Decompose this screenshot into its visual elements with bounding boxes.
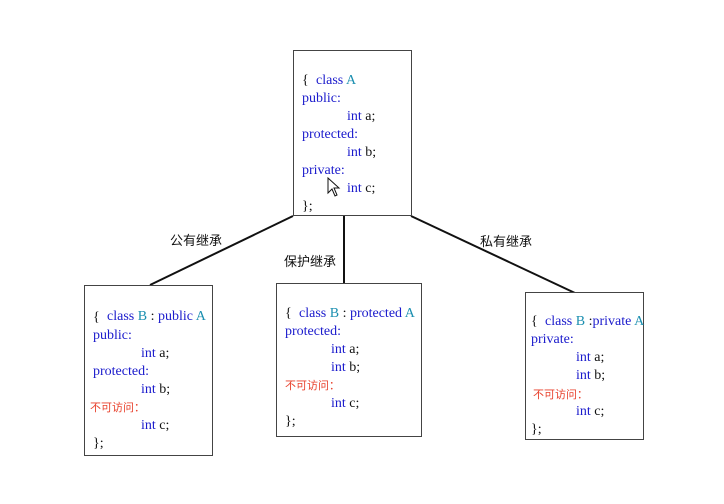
class-a-header: class A <box>302 54 356 88</box>
edge-private-line <box>410 215 576 294</box>
member-a-text: a; <box>345 342 360 357</box>
class-keyword: class <box>316 73 344 88</box>
colon-separator: : <box>339 306 350 321</box>
close-brace: }; <box>285 414 296 429</box>
member-c-text: c; <box>590 404 605 419</box>
class-keyword: class <box>107 309 135 324</box>
member-b-text: b; <box>361 145 377 160</box>
member-b: int b; <box>331 359 360 377</box>
inheritance-mode: public <box>157 309 193 324</box>
member-b: int b; <box>347 144 376 162</box>
member-a: int a; <box>141 345 169 363</box>
int-keyword: int <box>331 342 346 357</box>
open-brace: { <box>93 310 100 325</box>
edge-label-public: 公有继承 <box>170 234 223 249</box>
class-b-public-header: class B : public A <box>93 290 206 324</box>
close-brace: }; <box>302 199 313 214</box>
class-name-b: B <box>137 309 148 324</box>
member-b: int b; <box>141 381 170 399</box>
int-keyword: int <box>347 109 362 124</box>
member-c-text: c; <box>155 418 170 433</box>
member-c: int c; <box>576 403 604 421</box>
member-c: int c; <box>347 180 375 198</box>
int-keyword: int <box>347 181 362 196</box>
edge-label-protected: 保护继承 <box>284 255 337 270</box>
int-keyword: int <box>331 360 346 375</box>
class-keyword: class <box>299 306 327 321</box>
inheritance-mode: private <box>592 314 632 329</box>
inaccessible-label: 不可访问： <box>285 379 340 392</box>
int-keyword: int <box>141 382 156 397</box>
member-c-text: c; <box>345 396 360 411</box>
member-a: int a; <box>331 341 359 359</box>
base-class-name: A <box>404 306 415 321</box>
public-label: public: <box>93 328 132 343</box>
inaccessible-label: 不可访问： <box>90 401 145 414</box>
class-b-protected-header: class B : protected A <box>285 287 415 321</box>
int-keyword: int <box>331 396 346 411</box>
class-a-box: class A { public: int a; protected: int … <box>293 50 412 216</box>
class-b-private-header: class B :private A <box>531 295 644 329</box>
edge-public-line <box>149 215 294 286</box>
mouse-pointer-icon <box>327 177 341 197</box>
class-b-protected-box: class B : protected A { protected: int a… <box>276 283 422 437</box>
int-keyword: int <box>576 350 591 365</box>
protected-label: protected: <box>285 324 341 339</box>
member-c-text: c; <box>361 181 376 196</box>
member-b-text: b; <box>590 368 606 383</box>
member-a-text: a; <box>590 350 605 365</box>
member-a: int a; <box>576 349 604 367</box>
class-name-b: B <box>329 306 340 321</box>
member-a-text: a; <box>155 346 170 361</box>
colon-separator: : <box>147 309 158 324</box>
close-brace: }; <box>93 436 104 451</box>
edge-label-private: 私有继承 <box>480 235 533 250</box>
member-b-text: b; <box>155 382 171 397</box>
inheritance-mode: protected <box>349 306 403 321</box>
int-keyword: int <box>347 145 362 160</box>
public-label: public: <box>302 91 341 106</box>
class-keyword: class <box>545 314 573 329</box>
class-name-a: A <box>345 73 357 88</box>
member-c: int c; <box>331 395 359 413</box>
private-label: private: <box>531 332 574 347</box>
member-a-text: a; <box>361 109 376 124</box>
inaccessible-label: 不可访问： <box>533 388 588 401</box>
int-keyword: int <box>576 368 591 383</box>
member-a: int a; <box>347 108 375 126</box>
class-b-private-box: class B :private A { private: int a; int… <box>525 292 644 440</box>
member-b: int b; <box>576 367 605 385</box>
member-b-text: b; <box>345 360 361 375</box>
int-keyword: int <box>576 404 591 419</box>
base-class-name: A <box>195 309 206 324</box>
class-name-b: B <box>575 314 586 329</box>
open-brace: { <box>302 73 309 88</box>
close-brace: }; <box>531 422 542 437</box>
int-keyword: int <box>141 418 156 433</box>
protected-label: protected: <box>302 127 358 142</box>
int-keyword: int <box>141 346 156 361</box>
open-brace: { <box>531 314 538 329</box>
member-c: int c; <box>141 417 169 435</box>
open-brace: { <box>285 306 292 321</box>
class-b-public-box: class B : public A { public: int a; prot… <box>84 285 213 456</box>
base-class-name: A <box>634 314 645 329</box>
protected-label: protected: <box>93 364 149 379</box>
